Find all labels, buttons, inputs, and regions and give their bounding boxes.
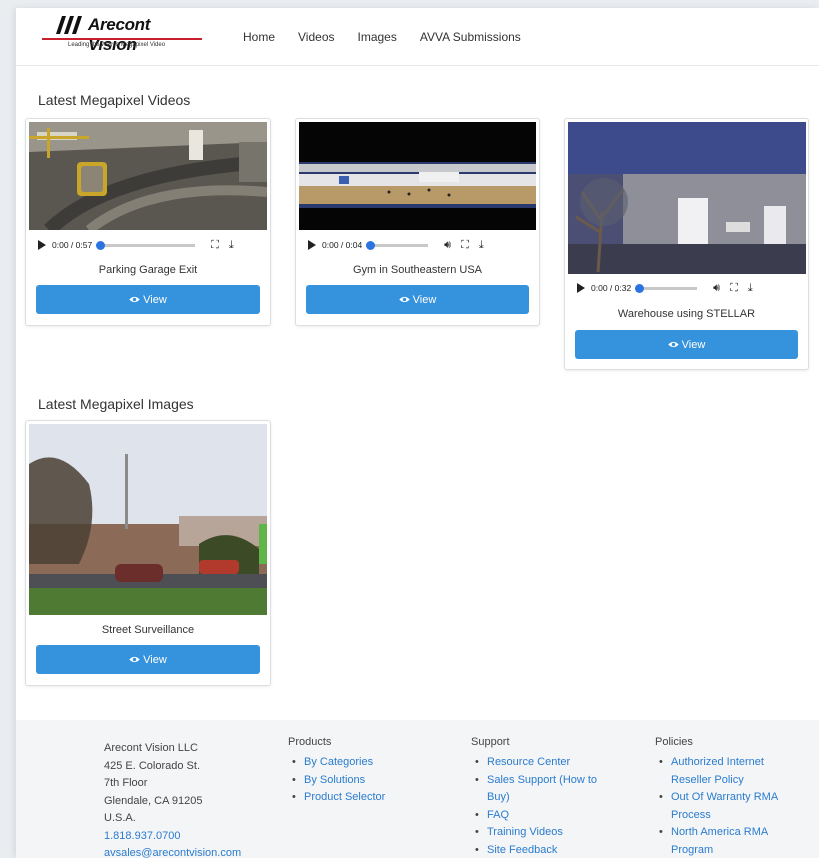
video-thumbnail-warehouse[interactable]: [568, 122, 806, 274]
video-caption: Gym in Southeastern USA: [352, 264, 482, 276]
footer-link[interactable]: Resource Center: [471, 754, 621, 772]
nav-images[interactable]: Images: [358, 30, 397, 44]
seek-bar[interactable]: [635, 283, 698, 293]
footer-column-support: Support Resource Center Sales Support (H…: [471, 736, 621, 858]
brand-logo[interactable]: Arecont Vision Leading the Way in Megapi…: [40, 13, 202, 54]
video-thumbnail-gym[interactable]: [299, 122, 536, 230]
view-button-label: View: [412, 293, 437, 306]
fullscreen-icon[interactable]: ⛶: [730, 282, 738, 295]
video-card: 0:00 / 0:57 ⛶ ⤓ Parking Garage Exit View: [25, 118, 271, 326]
download-icon[interactable]: ⤓: [479, 239, 484, 252]
view-button-label: View: [143, 653, 167, 666]
address-line: 7th Floor: [104, 777, 148, 789]
video-time: 0:00 / 0:32: [591, 283, 632, 293]
address-line: 425 E. Colorado St.: [104, 759, 201, 772]
video-time: 0:00 / 0:04: [322, 240, 363, 250]
footer-column-policies: Policies Authorized Internet Reseller Po…: [655, 736, 805, 858]
email-link[interactable]: avsales@arecontvision.com: [104, 845, 241, 858]
address-line: Glendale, CA 91205: [104, 794, 203, 807]
download-icon[interactable]: ⤓: [229, 239, 234, 252]
footer-column-title: Policies: [655, 736, 693, 748]
arecont-logo-icon: [56, 16, 82, 34]
address-line: U.S.A.: [104, 812, 136, 824]
brand-name: Arecont Vision: [88, 15, 151, 54]
nav-avva-submissions[interactable]: AVVA Submissions: [420, 30, 521, 44]
footer-link[interactable]: By Categories: [288, 754, 438, 772]
videos-section-title: Latest Megapixel Videos: [38, 92, 191, 108]
volume-icon[interactable]: 🔊︎: [713, 282, 720, 295]
footer-link[interactable]: By Solutions: [288, 772, 438, 790]
view-button[interactable]: View: [575, 330, 798, 359]
main-nav: Home Videos Images AVVA Submissions: [243, 30, 544, 44]
view-button[interactable]: View: [36, 285, 260, 314]
image-thumbnail-street[interactable]: [29, 424, 267, 615]
video-time: 0:00 / 0:57: [52, 240, 93, 250]
images-section-title: Latest Megapixel Images: [38, 396, 194, 412]
video-card: 0:00 / 0:04 🔊︎ ⛶ ⤓ Gym in Southeastern U…: [295, 118, 540, 326]
video-thumbnail-parking-garage[interactable]: [29, 122, 267, 230]
image-caption: Street Surveillance: [101, 624, 195, 636]
eye-icon: [667, 341, 679, 348]
site-footer: Arecont Vision LLC 425 E. Colorado St. 7…: [16, 720, 819, 858]
fullscreen-icon[interactable]: ⛶: [211, 239, 219, 252]
footer-column-title: Products: [288, 736, 332, 748]
footer-link[interactable]: Site Feedback: [471, 842, 621, 858]
view-button[interactable]: View: [306, 285, 529, 314]
address-line: Arecont Vision LLC: [104, 742, 198, 754]
play-icon[interactable]: [577, 283, 585, 293]
footer-link[interactable]: Authorized Internet Reseller Policy: [655, 754, 805, 789]
eye-icon: [129, 656, 140, 663]
page: Arecont Vision Leading the Way in Megapi…: [16, 8, 819, 858]
seek-knob[interactable]: [96, 240, 106, 250]
company-address: Arecont Vision LLC 425 E. Colorado St. 7…: [104, 740, 241, 858]
download-icon[interactable]: ⤓: [748, 282, 753, 295]
brand-underline: [42, 38, 202, 40]
volume-icon[interactable]: 🔊︎: [444, 239, 451, 252]
play-icon[interactable]: [38, 240, 46, 250]
view-button-label: View: [681, 338, 706, 351]
nav-home[interactable]: Home: [243, 30, 275, 44]
video-card: 0:00 / 0:32 🔊︎ ⛶ ⤓ Warehouse using STELL…: [564, 118, 809, 370]
footer-link[interactable]: Product Selector: [288, 789, 438, 807]
seek-knob[interactable]: [366, 240, 376, 250]
nav-videos[interactable]: Videos: [298, 30, 334, 44]
view-button[interactable]: View: [36, 645, 260, 674]
footer-link[interactable]: Sales Support (How to Buy): [471, 772, 621, 807]
footer-link[interactable]: Out Of Warranty RMA Process: [655, 789, 805, 824]
fullscreen-icon[interactable]: ⛶: [461, 239, 469, 252]
phone-link[interactable]: 1.818.937.0700: [104, 828, 241, 846]
footer-column-title: Support: [471, 736, 510, 748]
seek-bar[interactable]: [96, 240, 196, 250]
footer-link[interactable]: Training Videos: [471, 824, 621, 842]
footer-link[interactable]: North America RMA Program: [655, 824, 805, 858]
footer-link[interactable]: FAQ: [471, 807, 621, 825]
video-player-controls: 0:00 / 0:57 ⛶ ⤓: [29, 232, 267, 258]
brand-tagline: Leading the Way in Megapixel Video: [68, 42, 166, 48]
play-icon[interactable]: [308, 240, 316, 250]
seek-bar[interactable]: [366, 240, 429, 250]
image-card: Street Surveillance View: [25, 420, 271, 686]
view-button-label: View: [143, 293, 167, 306]
eye-icon: [129, 296, 140, 303]
video-caption: Warehouse using STELLAR: [617, 308, 756, 320]
video-player-controls: 0:00 / 0:04 🔊︎ ⛶ ⤓: [299, 232, 536, 258]
eye-icon: [398, 296, 410, 303]
video-player-controls: 0:00 / 0:32 🔊︎ ⛶ ⤓: [568, 275, 806, 301]
site-header: Arecont Vision Leading the Way in Megapi…: [16, 8, 819, 66]
seek-knob[interactable]: [635, 283, 645, 293]
video-caption: Parking Garage Exit: [98, 264, 198, 276]
footer-column-products: Products By Categories By Solutions Prod…: [288, 736, 438, 807]
